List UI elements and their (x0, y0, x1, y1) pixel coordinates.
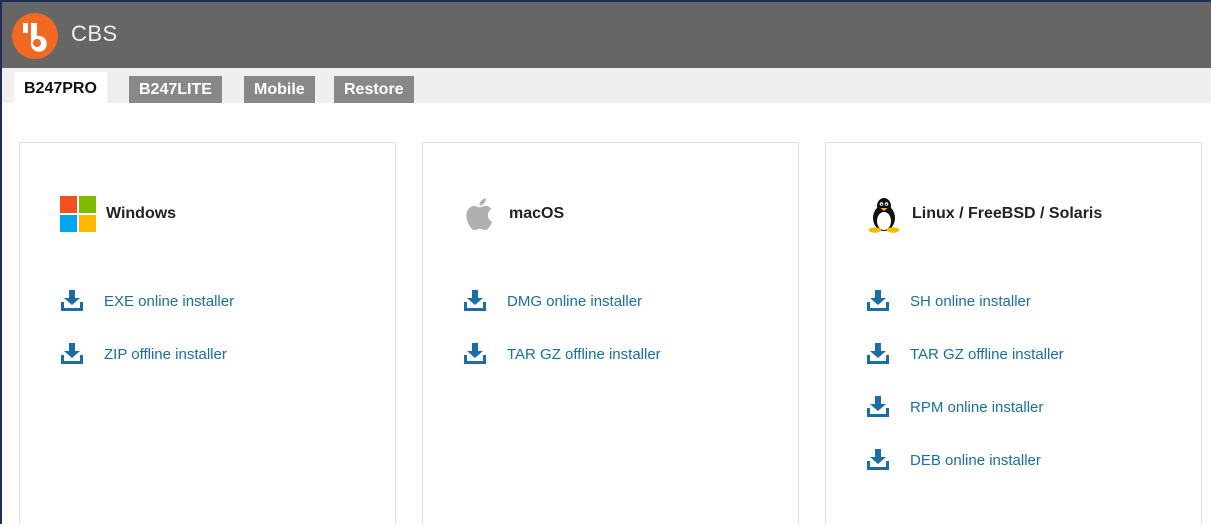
download-label: SH online installer (910, 293, 1031, 310)
platform-card-linux: Linux / FreeBSD / Solaris SH online inst… (825, 142, 1202, 524)
cbs-logo-icon (12, 13, 58, 59)
download-icon (464, 343, 486, 364)
download-icon (464, 290, 486, 311)
header-bar: CBS (2, 2, 1211, 68)
download-icon (61, 343, 83, 364)
platform-title: Windows (106, 205, 177, 222)
download-icon (867, 290, 889, 311)
tab-b247lite[interactable]: B247LITE (129, 76, 222, 103)
apple-icon (466, 198, 493, 231)
download-label: ZIP offline installer (104, 346, 227, 363)
download-label: EXE online installer (104, 293, 235, 310)
download-label: RPM online installer (910, 399, 1044, 416)
download-icon (867, 396, 889, 417)
download-icon (867, 449, 889, 470)
tux-penguin-icon (869, 198, 899, 233)
download-icon (61, 290, 83, 311)
app-title: CBS (71, 21, 118, 46)
tab-bar: B247PRO B247LITE Mobile Restore (2, 68, 1211, 103)
windows-icon (60, 196, 96, 232)
tab-b247pro[interactable]: B247PRO (14, 72, 107, 103)
platform-card-windows: Windows EXE online installer ZIP offline… (19, 142, 396, 524)
platform-card-macos: macOS DMG online installer TAR GZ offlin… (422, 142, 799, 524)
download-label: DMG online installer (507, 293, 643, 310)
download-icon (867, 343, 889, 364)
download-label: TAR GZ offline installer (910, 346, 1064, 363)
download-label: TAR GZ offline installer (507, 346, 661, 363)
download-label: DEB online installer (910, 452, 1041, 469)
tab-mobile[interactable]: Mobile (244, 76, 315, 103)
platform-title: Linux / FreeBSD / Solaris (912, 205, 1103, 222)
platform-title: macOS (509, 205, 565, 222)
tab-restore[interactable]: Restore (334, 76, 414, 103)
